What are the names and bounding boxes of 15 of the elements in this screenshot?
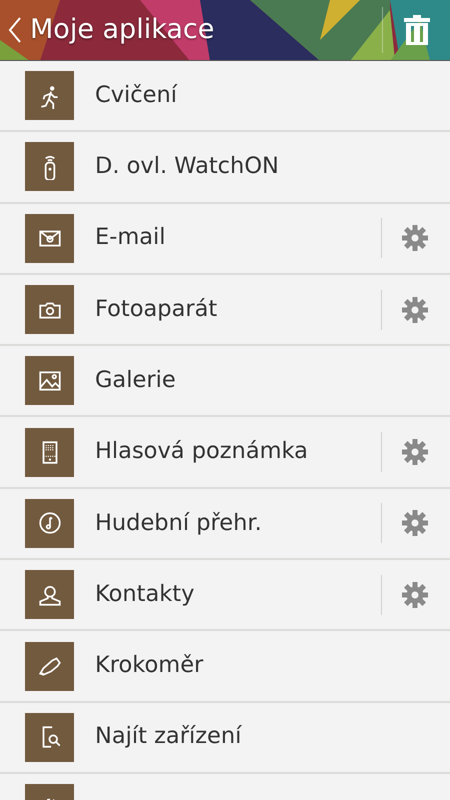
app-name[interactable]: Cvičení [95, 78, 178, 113]
app-name[interactable]: Galerie [95, 364, 176, 398]
app-name[interactable]: Hudební přehr. [95, 506, 262, 540]
music-note-icon [36, 510, 62, 536]
screen-title: Moje aplikace [30, 12, 214, 47]
app-name[interactable]: Hlasová poznámka [95, 435, 308, 469]
app-name[interactable]: Kontakty [95, 578, 194, 612]
app-name[interactable]: E-mail [95, 221, 166, 256]
app-name[interactable]: Fotoaparát [95, 292, 218, 326]
app-name[interactable]: Krokoměr [95, 649, 204, 683]
back-icon [8, 17, 22, 43]
settings-icon [402, 296, 428, 323]
trash-icon [404, 15, 430, 45]
app-name[interactable]: Najít zařízení [95, 720, 242, 754]
app-name[interactable]: D. ovl. WatchON [95, 150, 279, 184]
